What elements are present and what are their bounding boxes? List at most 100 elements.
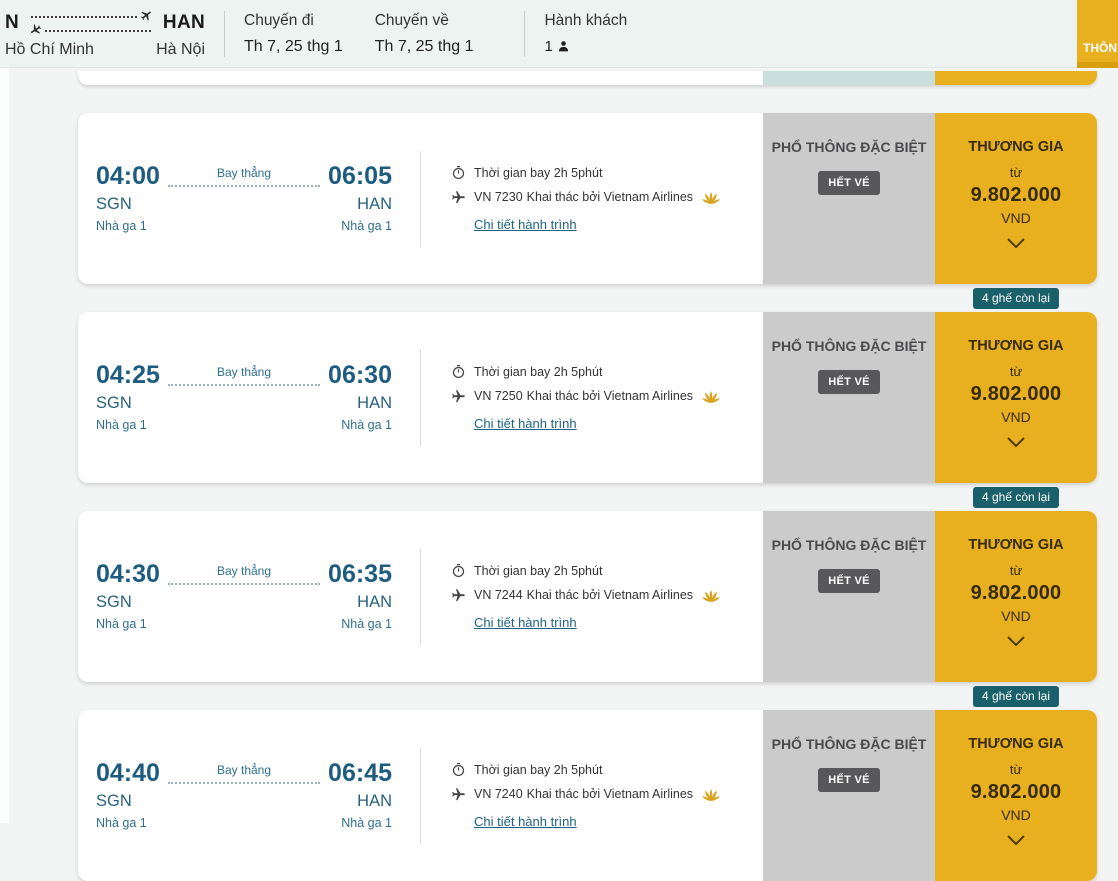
person-icon — [557, 40, 570, 53]
departure-time: 04:30 — [96, 562, 160, 587]
arrival-time: 06:35 — [328, 562, 392, 587]
schedule-block: 04:30 Bay thẳng 06:35 SGN HAN Nhà ga 1 N… — [96, 562, 392, 631]
departure-terminal: Nhà ga 1 — [96, 816, 147, 830]
departure-code: SGN — [96, 593, 132, 612]
stops-label: Bay thẳng — [217, 763, 271, 777]
header-divider — [524, 11, 525, 57]
passengers-selector[interactable]: Hành khách 1 — [544, 12, 627, 55]
booking-info-corner-button[interactable]: THÔN — [1077, 0, 1118, 62]
departure-code: SGN — [96, 792, 132, 811]
duration-label: Thời gian bay 2h 5phút — [474, 564, 602, 578]
return-date-selector[interactable]: Chuyến về Th 7, 25 thg 1 — [375, 12, 474, 56]
sold-out-badge: HẾT VÉ — [818, 768, 880, 792]
route-dotted-line — [168, 185, 320, 187]
route-dotted-line — [168, 384, 320, 386]
operated-by: Khai thác bởi Vietnam Airlines — [527, 190, 693, 204]
route-summary: N HAN Hồ Chí Minh Hà Nội — [5, 8, 205, 59]
departure-time: 04:00 — [96, 164, 160, 189]
economy-fare-strip — [763, 71, 935, 85]
flight-card: 04:25 Bay thẳng 06:30 SGN HAN Nhà ga 1 N… — [78, 312, 1097, 483]
chevron-down-icon[interactable] — [1006, 834, 1026, 846]
arrival-time: 06:30 — [328, 363, 392, 388]
arrival-terminal: Nhà ga 1 — [341, 617, 392, 631]
flight-number: VN 7240 — [474, 787, 523, 801]
header-divider — [224, 11, 225, 57]
itinerary-details-link[interactable]: Chi tiết hành trình — [474, 814, 721, 829]
vietnam-airlines-lotus-icon — [701, 786, 721, 802]
arrival-code: HAN — [357, 593, 392, 612]
departure-terminal: Nhà ga 1 — [96, 418, 147, 432]
from-label: từ — [1010, 563, 1022, 578]
fare-price: 9.802.000 — [971, 383, 1062, 406]
clock-icon — [451, 364, 466, 379]
fare-business-cell[interactable]: THƯƠNG GIA từ 9.802.000 VND — [935, 113, 1097, 284]
operated-by: Khai thác bởi Vietnam Airlines — [527, 588, 693, 602]
page-left-margin — [0, 68, 9, 823]
itinerary-details-link[interactable]: Chi tiết hành trình — [474, 615, 721, 630]
stops-label: Bay thẳng — [217, 365, 271, 379]
route-dotted-line — [168, 583, 320, 585]
fare-economy-cell: PHỔ THÔNG ĐẶC BIỆT HẾT VÉ — [763, 710, 935, 881]
arrival-code: HAN — [357, 792, 392, 811]
from-label: từ — [1010, 364, 1022, 379]
operated-by: Khai thác bởi Vietnam Airlines — [527, 389, 693, 403]
chevron-down-icon[interactable] — [1006, 237, 1026, 249]
fare-business-cell[interactable]: THƯƠNG GIA từ 9.802.000 VND — [935, 710, 1097, 881]
schedule-block: 04:40 Bay thẳng 06:45 SGN HAN Nhà ga 1 N… — [96, 761, 392, 830]
schedule-block: 04:00 Bay thẳng 06:05 SGN HAN Nhà ga 1 N… — [96, 164, 392, 233]
clock-icon — [451, 165, 466, 180]
flight-number: VN 7244 — [474, 588, 523, 602]
flight-results-list: 04:00 Bay thẳng 06:05 SGN HAN Nhà ga 1 N… — [78, 71, 1097, 881]
return-plane-icon — [27, 21, 45, 39]
flight-info-block: Thời gian bay 2h 5phút VN 7230 Khai thác… — [451, 165, 721, 232]
fare-economy-cell: PHỔ THÔNG ĐẶC BIỆT HẾT VÉ — [763, 312, 935, 483]
plane-icon — [451, 389, 466, 404]
fare-business-cell[interactable]: THƯƠNG GIA từ 9.802.000 VND — [935, 511, 1097, 682]
card-gap: 4 ghế còn lại — [78, 682, 1097, 710]
card-gap: 4 ghế còn lại — [78, 483, 1097, 511]
flight-info-block: Thời gian bay 2h 5phút VN 7250 Khai thác… — [451, 364, 721, 431]
arrival-time: 06:45 — [328, 761, 392, 786]
itinerary-details-link[interactable]: Chi tiết hành trình — [474, 416, 721, 431]
operated-by: Khai thác bởi Vietnam Airlines — [527, 787, 693, 801]
chevron-down-icon[interactable] — [1006, 635, 1026, 647]
outbound-date-selector[interactable]: Chuyến đi Th 7, 25 thg 1 — [244, 12, 343, 56]
departure-code: SGN — [96, 195, 132, 214]
stops-label: Bay thẳng — [217, 564, 271, 578]
stops-label: Bay thẳng — [217, 166, 271, 180]
flight-number: VN 7230 — [474, 190, 523, 204]
departure-time: 04:25 — [96, 363, 160, 388]
seats-remaining-badge: 4 ghế còn lại — [973, 686, 1059, 707]
passengers-label: Hành khách — [544, 12, 627, 30]
duration-label: Thời gian bay 2h 5phút — [474, 365, 602, 379]
arrival-terminal: Nhà ga 1 — [341, 816, 392, 830]
destination-airport-code: HAN — [163, 12, 205, 34]
card-divider — [420, 151, 421, 247]
destination-city: Hà Nội — [156, 41, 205, 59]
departure-time: 04:40 — [96, 761, 160, 786]
route-lines — [29, 8, 153, 38]
fare-business-title: THƯƠNG GIA — [968, 537, 1063, 553]
fare-business-cell[interactable]: THƯƠNG GIA từ 9.802.000 VND — [935, 312, 1097, 483]
duration-label: Thời gian bay 2h 5phút — [474, 166, 602, 180]
fare-currency: VND — [1001, 210, 1031, 226]
fare-business-title: THƯƠNG GIA — [968, 338, 1063, 354]
chevron-down-icon[interactable] — [1006, 436, 1026, 448]
sold-out-badge: HẾT VÉ — [818, 171, 880, 195]
outbound-date-value: Th 7, 25 thg 1 — [244, 38, 343, 56]
card-divider — [420, 748, 421, 844]
departure-terminal: Nhà ga 1 — [96, 219, 147, 233]
card-divider — [420, 350, 421, 446]
search-summary-bar: N HAN Hồ Chí Minh Hà Nội Chuyến đi Th 7,… — [0, 0, 1118, 68]
plane-icon — [451, 190, 466, 205]
arrival-code: HAN — [357, 195, 392, 214]
card-divider — [420, 549, 421, 645]
plane-icon — [451, 787, 466, 802]
itinerary-details-link[interactable]: Chi tiết hành trình — [474, 217, 721, 232]
fare-economy-title: PHỔ THÔNG ĐẶC BIỆT — [772, 139, 927, 155]
flight-card: 04:00 Bay thẳng 06:05 SGN HAN Nhà ga 1 N… — [78, 113, 1097, 284]
arrival-code: HAN — [357, 394, 392, 413]
route-dotted-line — [168, 782, 320, 784]
sold-out-badge: HẾT VÉ — [818, 370, 880, 394]
departure-terminal: Nhà ga 1 — [96, 617, 147, 631]
